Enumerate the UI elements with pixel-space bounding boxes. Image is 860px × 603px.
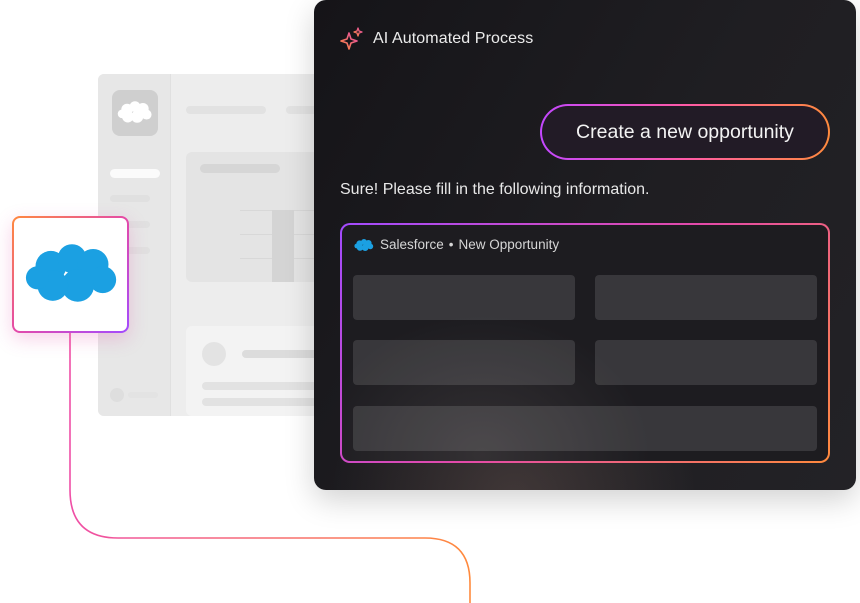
new-opportunity-form: Salesforce • New Opportunity: [340, 223, 830, 463]
salesforce-cloud-icon: [25, 244, 117, 302]
background-crm-window: [98, 74, 338, 416]
background-footer-line: [128, 392, 158, 398]
form-source-label: Salesforce: [380, 237, 444, 252]
form-field[interactable]: [353, 275, 575, 320]
background-nav-item: [110, 169, 160, 178]
background-text-line: [242, 350, 322, 358]
form-field[interactable]: [353, 340, 575, 385]
cloud-icon: [117, 101, 152, 123]
form-header-separator: •: [448, 237, 454, 252]
form-header: Salesforce • New Opportunity: [354, 237, 559, 252]
background-logo-tile: [112, 90, 158, 136]
background-text-line: [202, 398, 332, 406]
form-field[interactable]: [353, 406, 817, 451]
background-avatar: [202, 342, 226, 366]
background-topbar-placeholder: [186, 106, 266, 114]
background-card-title: [200, 164, 280, 173]
sparkle-icon: [340, 27, 363, 50]
user-prompt-bubble[interactable]: Create a new opportunity: [540, 104, 830, 160]
background-nav-item: [110, 195, 150, 202]
background-chart-column: [272, 210, 294, 282]
form-title: New Opportunity: [458, 237, 560, 252]
ai-panel-header: AI Automated Process: [340, 26, 533, 52]
assistant-reply: Sure! Please fill in the following infor…: [340, 181, 650, 198]
background-footer-dot: [110, 388, 124, 402]
ai-panel-title: AI Automated Process: [373, 30, 534, 47]
background-text-line: [202, 382, 332, 390]
form-field[interactable]: [595, 340, 817, 385]
form-field[interactable]: [595, 275, 817, 320]
salesforce-integration-tile[interactable]: [12, 216, 129, 333]
ai-process-panel: AI Automated Process Create a new opport…: [314, 0, 856, 490]
salesforce-cloud-icon: [354, 238, 374, 251]
